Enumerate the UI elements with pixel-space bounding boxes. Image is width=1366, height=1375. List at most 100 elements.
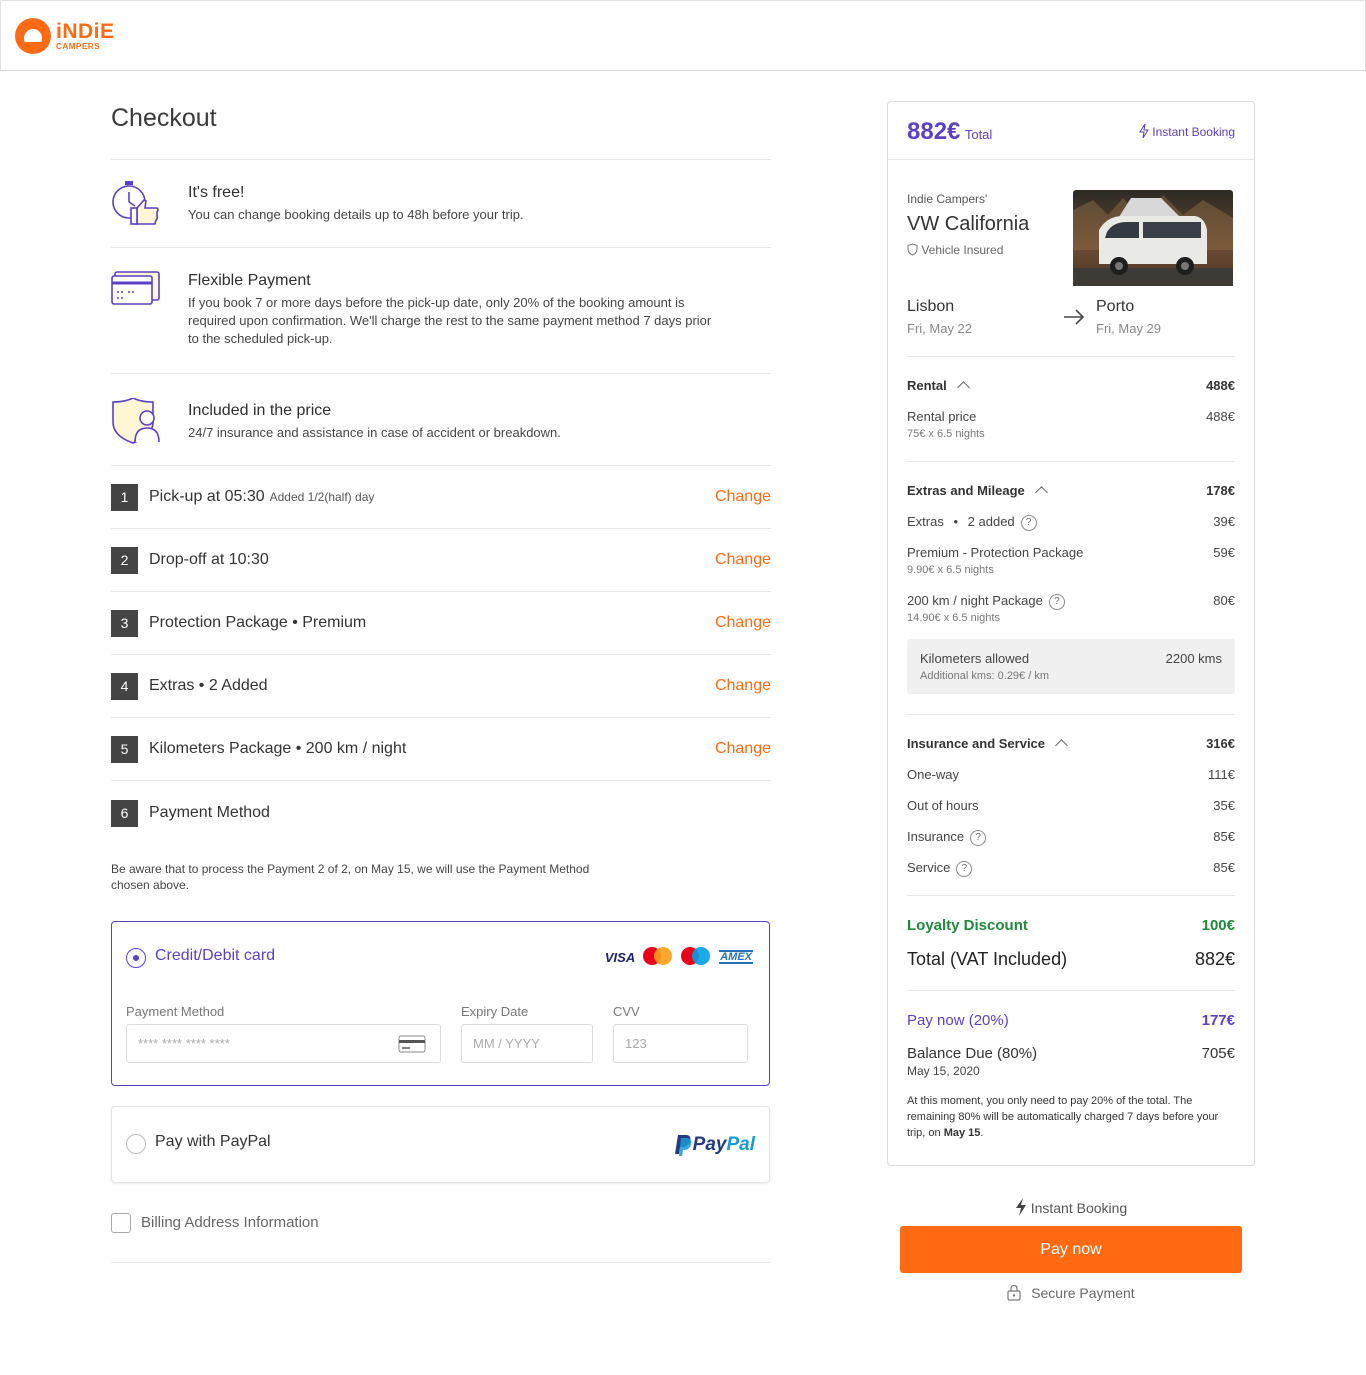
step-number: 1	[111, 483, 138, 511]
card-number-placeholder: **** **** **** ****	[138, 1036, 230, 1051]
protection-label: Premium - Protection Package	[907, 545, 1084, 560]
vehicle-photo	[1073, 190, 1233, 286]
km-package-row: 200 km / night Package? 80€	[907, 593, 1235, 610]
top-bar: iNDiE CAMPERS	[0, 0, 1366, 71]
billing-address-label[interactable]: Billing Address Information	[141, 1214, 319, 1231]
card-brands: VISA AMEX	[605, 947, 753, 967]
lightning-icon	[1015, 1198, 1026, 1216]
balance-row: Balance Due (80%) 705€	[907, 1045, 1235, 1062]
loyalty-label: Loyalty Discount	[907, 917, 1028, 934]
card-scan-icon	[398, 1035, 426, 1053]
protection-row: Premium - Protection Package 59€	[907, 545, 1235, 560]
bullet: •	[953, 514, 959, 529]
info-title: It's free!	[188, 184, 245, 201]
chevron-up-icon	[1034, 486, 1048, 499]
rental-total: 488€	[1206, 378, 1235, 393]
extras-header[interactable]: Extras and Mileage 178€	[907, 483, 1235, 499]
summary-total-label: Total	[964, 127, 993, 142]
extras-value: 39€	[1213, 514, 1235, 529]
paypal-radio[interactable]	[126, 1134, 146, 1154]
shield-icon	[907, 243, 918, 256]
service-label: Service	[907, 860, 951, 875]
credit-card-radio[interactable]	[126, 948, 146, 968]
extras-mileage-label: Extras and Mileage	[907, 483, 1025, 498]
paypal-p-icon	[674, 1135, 692, 1156]
rental-label: Rental	[907, 378, 947, 393]
info-text: If you book 7 or more days before the pi…	[188, 295, 712, 346]
step-number: 4	[111, 672, 138, 700]
out-of-hours-value: 35€	[1213, 798, 1235, 813]
rental-price-value: 488€	[1206, 409, 1235, 424]
help-icon[interactable]: ?	[1048, 593, 1065, 610]
help-icon[interactable]: ?	[956, 860, 973, 877]
instant-booking-note: Instant Booking	[900, 1198, 1242, 1216]
booking-summary: 882€ Total Instant Booking Indie Campers…	[887, 101, 1255, 1166]
km-allowed-value: 2200 kms	[1165, 651, 1222, 666]
step-number: 2	[111, 546, 138, 574]
out-of-hours-row: Out of hours 35€	[907, 798, 1235, 813]
insurance-header[interactable]: Insurance and Service 316€	[907, 736, 1235, 752]
step-number: 6	[111, 799, 138, 827]
logo-subtext: CAMPERS	[56, 42, 101, 51]
paypal-title: Pay with PayPal	[155, 1133, 271, 1150]
extras-label: Extras	[907, 514, 944, 529]
chevron-up-icon	[1055, 739, 1068, 752]
paypal-option[interactable]: Pay with PayPal Pay Pal	[111, 1106, 770, 1183]
step-payment-method: 6 Payment Method	[111, 781, 771, 845]
pay-now-value: 177€	[1201, 1012, 1235, 1029]
help-icon[interactable]: ?	[1020, 514, 1037, 531]
info-title: Included in the price	[188, 402, 332, 419]
vat-total-value: 882€	[1194, 949, 1235, 969]
info-included: Included in the price 24/7 insurance and…	[111, 374, 771, 466]
indie-campers-logo[interactable]: iNDiE CAMPERS	[15, 18, 115, 54]
credit-card-option[interactable]: Credit/Debit card VISA AMEX Payment Meth…	[111, 921, 770, 1086]
oneway-value: 111€	[1208, 767, 1235, 782]
step-title: Protection Package • Premium	[149, 614, 367, 631]
card-number-input[interactable]: **** **** **** ****	[126, 1024, 441, 1063]
rental-price-row: Rental price 488€	[907, 409, 1235, 424]
km-allowed-label: Kilometers allowed	[920, 651, 1030, 666]
change-protection-link[interactable]: Change	[715, 614, 771, 632]
step-title: Extras • 2 Added	[149, 677, 268, 694]
insurance-row: Insurance? 85€	[907, 829, 1235, 846]
divider	[907, 895, 1235, 896]
step-title: Drop-off at 10:30	[149, 551, 269, 568]
divider	[907, 356, 1235, 357]
cvv-input[interactable]: 123	[613, 1024, 748, 1063]
step-kilometers: 5 Kilometers Package • 200 km / night Ch…	[111, 718, 771, 781]
to-date: Fri, May 29	[1096, 321, 1162, 336]
logo-mark-icon	[15, 18, 51, 54]
step-number: 3	[111, 609, 138, 637]
pay-now-button[interactable]: Pay now	[900, 1226, 1242, 1273]
visa-logo: VISA	[604, 949, 636, 965]
step-title: Payment Method	[149, 804, 270, 821]
chevron-up-icon	[956, 381, 970, 394]
help-icon[interactable]: ?	[970, 829, 987, 846]
kilometers-allowed-box: Kilometers allowed 2200 kms Additional k…	[907, 639, 1235, 694]
change-dropoff-link[interactable]: Change	[715, 551, 771, 569]
vat-total-label: Total (VAT Included)	[907, 949, 1068, 969]
insurance-service-total: 316€	[1206, 736, 1235, 751]
change-extras-link[interactable]: Change	[715, 677, 771, 695]
loyalty-value: 100€	[1201, 917, 1235, 934]
stopwatch-thumbs-up-icon	[112, 181, 159, 225]
service-value: 85€	[1213, 860, 1235, 875]
payment-note-end: .	[980, 1127, 984, 1139]
secure-payment-text: Secure Payment	[1031, 1285, 1135, 1301]
change-pickup-link[interactable]: Change	[715, 488, 771, 506]
insurance-service-label: Insurance and Service	[907, 736, 1046, 751]
billing-address-checkbox[interactable]	[111, 1213, 131, 1233]
expiry-input[interactable]: MM / YYYY	[461, 1024, 593, 1063]
paypal-logo-pal: Pal	[726, 1134, 755, 1155]
rental-header[interactable]: Rental 488€	[907, 378, 1235, 394]
step-pickup: 1 Pick-up at 05:30 Added 1/2(half) day C…	[111, 466, 771, 529]
change-kilometers-link[interactable]: Change	[715, 740, 771, 758]
billing-address-section: Billing Address Information	[111, 1213, 770, 1263]
rental-price-sub: 75€ x 6.5 nights	[907, 428, 985, 440]
divider	[907, 990, 1235, 991]
km-allowed-sub: Additional kms: 0.29€ / km	[920, 670, 1050, 682]
page-title: Checkout	[111, 100, 771, 160]
step-dropoff: 2 Drop-off at 10:30 Change	[111, 529, 771, 592]
km-package-label: 200 km / night Package	[907, 593, 1043, 608]
pay-now-label: Pay now (20%)	[907, 1012, 1009, 1029]
